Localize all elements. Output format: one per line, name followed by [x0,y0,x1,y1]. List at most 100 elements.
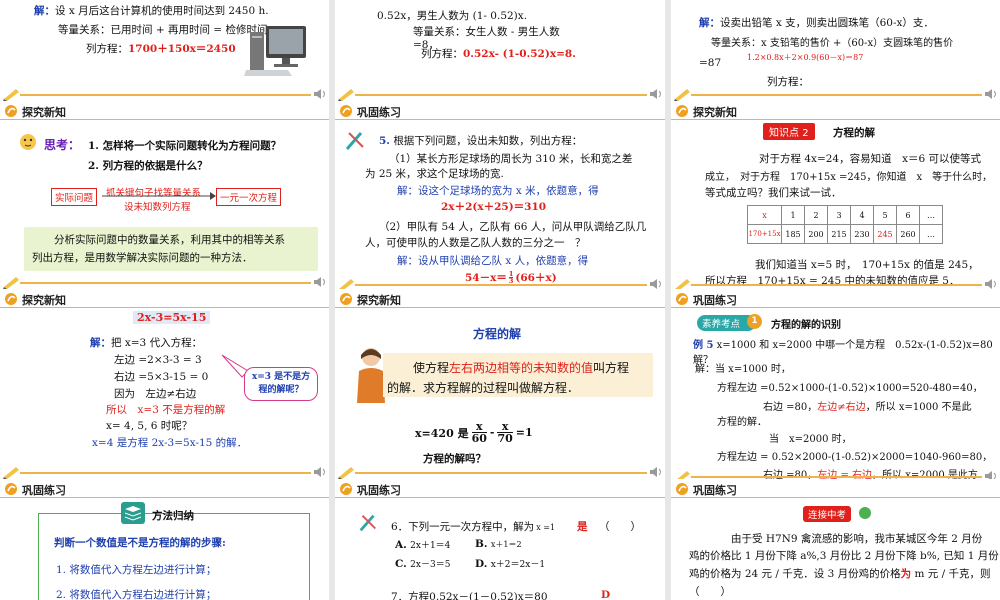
orange-curl-icon [676,483,688,495]
s3-relation-end: =87 [699,57,722,69]
orange-curl-icon [5,293,17,305]
slide-8-thumbnail[interactable]: 探究新知 方程的解 使方程左右两边相等的未知数的值叫方程 的解．求方程解的过程叫… [335,289,665,479]
speaker-icon[interactable] [649,278,663,289]
s9-answer-1: 方程左边 =0.52×1000-(1-0.52)×1000=520-480=40… [717,383,983,394]
s4-box-linear-equation: 一元一次方程 [216,188,282,206]
slide-7-thumbnail[interactable]: 探究新知 2x-3=5x-15 解：把 x=3 代入方程： 左边 =2×3-3 … [0,289,329,479]
slide-footer [335,465,665,479]
book-stack-icon [121,502,145,524]
s4-arrow-bottom-label: 设未知数列方程 [124,202,191,213]
s8-def-line-1: 使方程左右两边相等的未知数的值叫方程 [413,361,630,375]
ruler-pencil-icon [359,514,376,532]
s7-line-2: 左边 =2×3-3 = 3 [114,354,202,366]
s8-equation: x=420 是 x 60 - x 70 =1 [415,420,533,445]
s11-question-7: 7．方程0.52x－(1－0.52)x＝80 [391,591,548,600]
slide-header: 巩固练习 [335,479,665,498]
speaker-icon[interactable] [313,466,327,478]
slide-10-thumbnail[interactable]: 巩固练习 方法归纳 判断一个数值是不是方程的解的步骤: 1. 将数值代入方程左边… [0,479,329,600]
slide-footer [671,277,1000,289]
slide-2-thumbnail[interactable]: 0.52x，男生人数为 (1- 0.52)x. 等量关系：女生人数 - 男生人数… [335,0,665,101]
table-cell: x [747,205,782,225]
s4-box-actual-problem: 实际问题 [51,188,98,206]
slide-title: 探究新知 [357,294,401,307]
slide-footer [0,275,329,289]
s11-answer-7: D [601,589,611,600]
s10-step-1: 1. 将数值代入方程左边进行计算； [56,564,217,576]
slide-3-thumbnail[interactable]: 解：设卖出铅笔 x 支，则卖出圆珠笔（60-x）支． 等量关系：x 支铅笔的售价… [671,0,1000,101]
table-row: 170+15x 185 200 215 230 245 260 … [747,224,943,244]
slide-11-thumbnail[interactable]: 巩固练习 6．下列一元一次方程中，解为 x =1 是 （ ） A. 2x＋1＝4 B… [335,479,665,600]
slide-thumbnail-grid: 解：设 x 月后这台计算机的使用时间达到 2450 h. 等量关系：已用时间 +… [0,0,1000,600]
speaker-icon[interactable] [649,466,663,478]
s6-text-3: 等式成立吗？我们来试一试． [705,187,842,199]
s6-text-2: 成立， 对于方程 170+15x =245，你知道 x 等于什么时， [705,172,993,183]
s6-bottom-1: 我们知道当 x=5 时， 170+15x 的值是 245， [755,259,979,271]
table-cell: 1 [781,205,805,225]
s1-equation: 列方程：1700＋150x＝2450 [86,43,236,55]
s6-value-table: x 1 2 3 4 5 6 … 170+15x 185 200 215 230 … [747,205,943,244]
s12-text-2: 鸡的价格比 1 月份下降 a%,3 月份比 2 月份下降 b%, 已知 1 月份 [689,550,999,562]
slide-6-thumbnail[interactable]: 探究新知 知识点 2 方程的解 对于方程 4x=24，容易知道 x＝6 可以使等… [671,101,1000,289]
pencil-icon [3,467,19,479]
arrow-line [102,192,216,200]
s5-part2-b: 人，可使甲队的人数是乙队人数的三分之一 ？ [365,237,586,249]
s11-question-6-bracket: （ ） [599,521,641,533]
s7-line-5: 所以 x=3 不是方程的解 [106,404,226,416]
table-cell: 200 [804,224,828,244]
s5-part1-a: （1）某长方形足球场的周长为 310 米，长和宽之差 [389,153,633,165]
s1-relation: 等量关系：已用时间 + 再用时间 = 检修时间, [58,24,271,36]
s11-option-d[interactable]: D. x＋2＝2x－1 [475,557,545,570]
slide-4-thumbnail[interactable]: 探究新知 思考： 1. 怎样将一个实际问题转化为方程问题？ 2. 列方程的依据是… [0,101,329,289]
s11-option-a[interactable]: A. 2x＋1＝4 [395,538,450,551]
s11-option-b[interactable]: B. x＋1＝2 [475,538,522,550]
s7-line-3: 右边 =5×3-15 = 0 [114,371,209,383]
s3-relation: 等量关系：x 支铅笔的售价 +（60-x）支圆珠笔的售价 [711,38,954,49]
s11-question-6: 6．下列一元一次方程中，解为 x =1 是 [391,521,588,533]
s7-line-4: 因为 左边≠右边 [114,388,197,400]
s4-question-2: 2. 列方程的依据是什么？ [88,160,208,172]
s4-panel-line-2: 列出方程，是用数学解决实际问题的一种方法． [32,252,253,264]
s7-line-6: x= 4, 5, 6 时呢？ [106,420,193,432]
s9-badge-title: 方程的解的识别 [771,320,841,331]
pencil-icon [339,279,354,289]
s5-prompt: 5. 根据下列问题，设出未知数，列出方程： [379,135,583,147]
table-cell-highlight: 245 [873,224,897,244]
slide-header: 巩固练习 [671,479,1000,498]
orange-curl-icon [340,483,352,495]
s9-answer-4: 当 x=2000 时， [769,434,852,445]
pencil-icon [675,279,690,289]
slide-12-thumbnail[interactable]: 巩固练习 连接中考 由于受 H7N9 禽流感的影响，我市某城区今年 2 月份 鸡… [671,479,1000,600]
speaker-icon[interactable] [313,88,327,100]
speaker-icon[interactable] [984,470,998,479]
s7-callout-bubble: x=3 是不是方程的解呢？ [244,367,318,401]
slide-footer [671,87,1000,101]
s10-badge: 方法归纳 [152,510,194,522]
speaker-icon[interactable] [313,276,327,288]
s5-part1-b: 为 25 米，求这个足球场的宽. [365,168,504,180]
slide-1-thumbnail[interactable]: 解：设 x 月后这台计算机的使用时间达到 2450 h. 等量关系：已用时间 +… [0,0,329,101]
speaker-icon[interactable] [984,278,998,289]
s7-line-1: 解：把 x=3 代入方程： [90,337,203,349]
s2-equation: 列方程：0.52x- (1-0.52)x=8. [421,48,576,60]
table-row: x 1 2 3 4 5 6 … [747,205,943,225]
s5-answer1: 解：设这个足球场的宽为 x 米，依题意，得 [397,185,599,197]
s3-equation: 1.2×0.8x＋2×0.9(60－x)＝87 [747,53,864,62]
slide-header: 探究新知 [0,289,329,308]
orange-curl-icon [340,105,352,117]
s8-heading: 方程的解 [473,327,522,341]
slide-footer [335,87,665,101]
slide-9-thumbnail[interactable]: 巩固练习 素养考点 1 方程的解的识别 例 5 x=1000 和 x=2000 … [671,289,1000,479]
speaker-icon[interactable] [984,88,998,100]
speaker-icon[interactable] [649,88,663,100]
slide-title: 探究新知 [693,106,737,119]
table-cell: … [919,224,943,244]
ruler-pencil-icon [345,132,364,150]
s9-question-1: 例 5 x=1000 和 x=2000 中哪一个是方程 0.52x-(1-0.5… [693,340,1000,351]
slide-5-thumbnail[interactable]: 巩固练习 5. 根据下列问题，设出未知数，列出方程： （1）某长方形足球场的周长… [335,101,665,289]
s11-option-c[interactable]: C. 2x－3＝5 [395,557,450,570]
slide-header: 巩固练习 [0,479,329,498]
table-cell: 5 [873,205,897,225]
s12-text-3: 鸡的价格为 24 元 / 千克．设 3 月份鸡的价格为 m 元 / 千克，则 [689,568,991,580]
orange-curl-icon [340,293,352,305]
s9-answer-2: 右边 =80，左边≠右边，所以 x=1000 不是此 [763,402,972,413]
